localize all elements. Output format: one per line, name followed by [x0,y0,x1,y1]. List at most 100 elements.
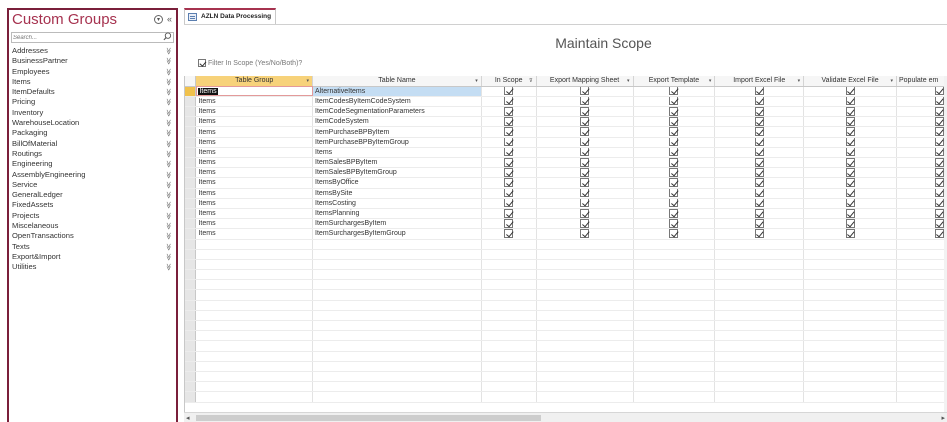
table-row[interactable]: Items ItemPurchaseBPByItemGroup [185,137,947,148]
cell-import-excel-file[interactable] [714,228,805,240]
cell-export-template[interactable] [633,137,716,148]
populate-checkbox[interactable] [934,106,944,116]
nav-group-export-import[interactable]: Export&Import ≫ [9,252,176,262]
column-header-import-excel-file[interactable]: Import Excel File ▾ [714,76,805,87]
export-template-checkbox[interactable] [669,106,679,116]
expand-chevron-icon[interactable]: ≫ [162,171,172,178]
cell-populate[interactable] [896,188,947,199]
validate-excel-file-checkbox[interactable] [845,208,855,218]
search-icon[interactable] [163,32,172,41]
cell-export-mapping-sheet[interactable] [536,177,634,189]
export-template-checkbox[interactable] [669,137,679,147]
cell-populate[interactable] [896,198,947,209]
nav-group-inventory[interactable]: Inventory ≫ [9,108,176,118]
in-scope-checkbox[interactable] [504,106,514,116]
row-selector[interactable] [185,208,197,220]
column-header-export-mapping-sheet[interactable]: Export Mapping Sheet ▾ [536,76,634,87]
cell-validate-excel-file[interactable] [803,188,897,199]
cell-validate-excel-file[interactable] [803,106,897,118]
export-mapping-sheet-checkbox[interactable] [580,96,590,106]
cell-populate[interactable] [896,126,947,138]
export-mapping-sheet-checkbox[interactable] [580,188,590,198]
row-selector[interactable] [185,137,197,148]
nav-group-assemblyengineering[interactable]: AssemblyEngineering ≫ [9,170,176,180]
cell-in-scope[interactable] [481,208,537,220]
import-excel-file-checkbox[interactable] [754,157,764,167]
cell-table-name[interactable]: ItemSalesBPByItemGroup [312,167,482,179]
import-excel-file-checkbox[interactable] [754,167,764,177]
row-selector[interactable] [185,218,197,230]
expand-chevron-icon[interactable]: ≫ [162,130,172,137]
in-scope-checkbox[interactable] [504,116,514,126]
row-selector[interactable] [185,198,197,209]
cell-export-template[interactable] [633,177,716,189]
cell-import-excel-file[interactable] [714,96,805,108]
row-selector[interactable] [185,106,197,118]
tab-azln-data-processing[interactable]: AZLN Data Processing [184,8,276,24]
cell-export-template[interactable] [633,167,716,179]
cell-table-group[interactable]: Items [195,126,314,138]
cell-validate-excel-file[interactable] [803,198,897,209]
export-template-checkbox[interactable] [669,218,679,228]
expand-chevron-icon[interactable]: ≫ [162,109,172,116]
select-all-corner[interactable] [185,76,197,87]
nav-group-employees[interactable]: Employees ≫ [9,67,176,77]
cell-table-group[interactable]: Items [195,218,314,230]
cell-validate-excel-file[interactable] [803,157,897,169]
row-selector[interactable] [185,116,197,128]
expand-chevron-icon[interactable]: ≫ [162,161,172,168]
export-mapping-sheet-checkbox[interactable] [580,86,590,96]
import-excel-file-checkbox[interactable] [754,96,764,106]
sort-dropdown-icon[interactable]: ▾ [475,76,478,85]
import-excel-file-checkbox[interactable] [754,116,764,126]
export-mapping-sheet-checkbox[interactable] [580,116,590,126]
import-excel-file-checkbox[interactable] [754,188,764,198]
export-template-checkbox[interactable] [669,177,679,187]
cell-import-excel-file[interactable] [714,208,805,220]
cell-populate[interactable] [896,137,947,148]
cell-table-name[interactable]: ItemsByOffice [312,177,482,189]
export-template-checkbox[interactable] [669,96,679,106]
export-template-checkbox[interactable] [669,86,679,96]
cell-import-excel-file[interactable] [714,177,805,189]
nav-group-texts[interactable]: Texts ≫ [9,242,176,252]
nav-search-input[interactable] [12,33,162,42]
table-row[interactable]: Items Items [185,147,947,159]
import-excel-file-checkbox[interactable] [754,208,764,218]
expand-chevron-icon[interactable]: ≫ [162,150,172,157]
cell-export-template[interactable] [633,116,716,128]
export-mapping-sheet-checkbox[interactable] [580,106,590,116]
populate-checkbox[interactable] [934,208,944,218]
row-selector[interactable] [185,228,197,240]
row-selector[interactable] [185,126,197,138]
in-scope-checkbox[interactable] [504,137,514,147]
cell-table-name[interactable]: ItemPurchaseBPByItemGroup [312,137,482,148]
cell-export-template[interactable] [633,198,716,209]
populate-checkbox[interactable] [934,116,944,126]
row-selector[interactable] [185,86,197,97]
expand-chevron-icon[interactable]: ≫ [162,233,172,240]
cell-export-mapping-sheet[interactable] [536,208,634,220]
export-mapping-sheet-checkbox[interactable] [580,167,590,177]
cell-populate[interactable] [896,86,947,97]
cell-table-name[interactable]: ItemsCosting [312,198,482,209]
expand-chevron-icon[interactable]: ≫ [162,58,172,65]
cell-table-group[interactable]: Items [195,167,314,179]
nav-group-warehouselocation[interactable]: WarehouseLocation ≫ [9,118,176,128]
cell-in-scope[interactable] [481,167,537,179]
cell-validate-excel-file[interactable] [803,177,897,189]
validate-excel-file-checkbox[interactable] [845,157,855,167]
cell-populate[interactable] [896,116,947,128]
cell-table-group[interactable]: Items [195,188,314,199]
export-template-checkbox[interactable] [669,157,679,167]
export-mapping-sheet-checkbox[interactable] [580,218,590,228]
cell-populate[interactable] [896,177,947,189]
in-scope-checkbox[interactable] [504,198,514,208]
export-template-checkbox[interactable] [669,208,679,218]
cell-table-name[interactable]: ItemCodeSegmentationParameters [312,106,482,118]
table-row[interactable]: Items ItemCodeSegmentationParameters [185,106,947,118]
column-header-in-scope[interactable]: In Scope ⊽ [481,76,537,87]
cell-export-mapping-sheet[interactable] [536,157,634,169]
cell-export-mapping-sheet[interactable] [536,137,634,148]
cell-in-scope[interactable] [481,86,537,97]
